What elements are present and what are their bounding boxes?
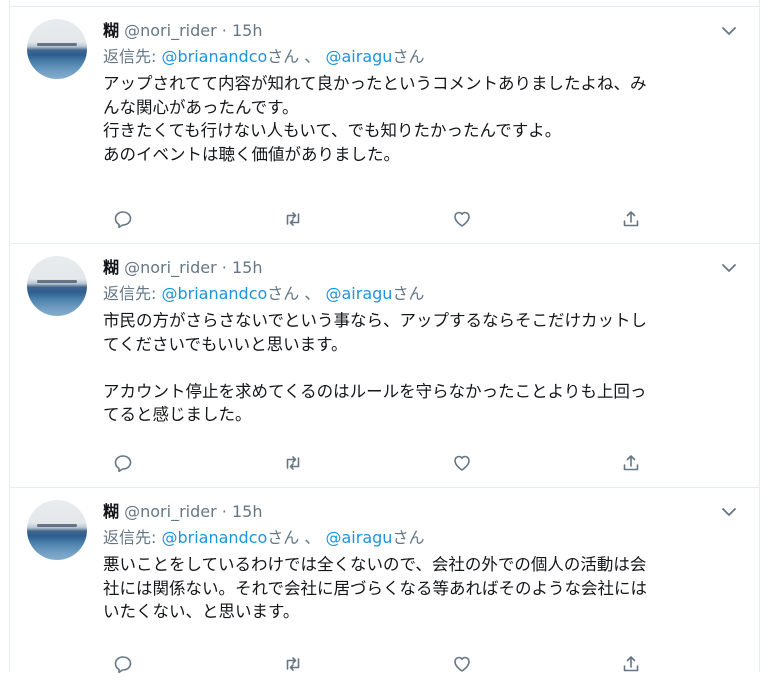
like-button[interactable] <box>450 652 474 676</box>
chevron-down-icon[interactable] <box>721 25 737 37</box>
tweet-text-line: アップされてて内容が知れて良かったというコメントありましたよね、み <box>103 74 647 93</box>
tweet-text-line <box>103 356 723 380</box>
tweet[interactable]: 糊 @nori_rider · 15h 返信先: @brianandcoさん 、… <box>10 7 759 244</box>
tweet-actions <box>103 652 643 676</box>
reply-icon <box>114 455 132 473</box>
tweet-text-line: てくださいでもいいと思います。 <box>103 334 348 354</box>
chevron-down-icon[interactable] <box>721 262 737 274</box>
tweet-text-line: いたくない、と思います。 <box>103 602 300 621</box>
mention-suffix: さん <box>267 47 300 66</box>
tweet-text-line: 行きたくても行けない人もいて、でも知りたかったんですよ。 <box>103 121 562 140</box>
reply-prefix: 返信先: <box>103 528 162 547</box>
tweet-text: 悪いことをしているわけでは全くないので、会社の外での個人の活動は会 社には関係な… <box>103 553 723 624</box>
share-icon <box>623 211 639 227</box>
separator-dot: · <box>221 21 227 40</box>
tweet-actions <box>103 207 643 231</box>
share-button[interactable] <box>619 451 643 475</box>
retweet-button[interactable] <box>281 451 305 475</box>
reply-button[interactable] <box>111 451 135 475</box>
user-handle[interactable]: @nori_rider <box>124 502 217 521</box>
tweet-text-line: 悪いことをしているわけでは全くないので、会社の外での個人の活動は会 <box>103 555 647 574</box>
tweet-text-line: アカウント停止を求めてくるのはルールを守らなかったことよりも上回っ <box>103 381 647 401</box>
display-name[interactable]: 糊 <box>103 258 119 277</box>
timestamp[interactable]: 15h <box>232 502 263 521</box>
avatar[interactable] <box>27 256 87 316</box>
separator-dot: · <box>221 502 227 521</box>
mention-suffix: さん <box>267 284 300 303</box>
user-handle[interactable]: @nori_rider <box>124 258 217 277</box>
tweet[interactable]: 糊 @nori_rider · 15h 返信先: @brianandcoさん 、… <box>10 488 759 688</box>
separator-dot: · <box>221 258 227 277</box>
share-icon <box>623 455 639 471</box>
user-handle[interactable]: @nori_rider <box>124 21 217 40</box>
reply-prefix: 返信先: <box>103 284 162 303</box>
retweet-button[interactable] <box>281 207 305 231</box>
mention-link[interactable]: @brianandco <box>161 528 267 547</box>
mention-separator: 、 <box>299 284 326 303</box>
share-icon <box>623 656 639 672</box>
timeline: 糊 @nori_rider · 15h 返信先: @brianandcoさん 、… <box>9 0 760 674</box>
retweet-icon <box>286 657 300 671</box>
tweet-text-line: んな関心があったんです。 <box>103 97 299 117</box>
tweet-text-line: 社には関係ない。それで会社に居づらくなる等あればそのような会社には <box>103 578 648 598</box>
mention-suffix: さん <box>392 528 425 547</box>
tweet-text-line: あのイベントは聴く価値がありました。 <box>103 144 400 164</box>
tweet-text: アップされてて内容が知れて良かったというコメントありましたよね、み んな関心があ… <box>103 72 723 166</box>
avatar[interactable] <box>27 500 87 560</box>
mention-link[interactable]: @airagu <box>326 528 393 547</box>
like-icon <box>454 656 470 672</box>
reply-icon <box>114 211 132 229</box>
tweet[interactable]: 糊 @nori_rider · 15h 返信先: @brianandcoさん 、… <box>10 244 759 488</box>
tweet-header: 糊 @nori_rider · 15h <box>103 502 262 522</box>
mention-suffix: さん <box>392 284 425 303</box>
retweet-icon <box>286 456 300 470</box>
mention-suffix: さん <box>267 528 300 547</box>
reply-context: 返信先: @brianandcoさん 、 @airaguさん <box>103 528 424 548</box>
like-button[interactable] <box>450 207 474 231</box>
retweet-icon <box>286 212 300 226</box>
tweet-header: 糊 @nori_rider · 15h <box>103 21 262 41</box>
display-name[interactable]: 糊 <box>103 21 119 40</box>
mention-link[interactable]: @airagu <box>326 284 393 303</box>
reply-icon <box>114 656 132 674</box>
avatar[interactable] <box>27 19 87 79</box>
timeline-top-border <box>10 0 759 7</box>
like-icon <box>454 211 470 227</box>
tweet-actions <box>103 451 643 475</box>
tweet-text-line: 市民の方がさらさないでという事なら、アップするならそこだけカットし <box>103 311 648 330</box>
reply-button[interactable] <box>111 652 135 676</box>
share-button[interactable] <box>619 207 643 231</box>
mention-suffix: さん <box>392 47 425 66</box>
mention-separator: 、 <box>299 528 326 547</box>
mention-separator: 、 <box>299 47 326 66</box>
reply-prefix: 返信先: <box>103 47 162 66</box>
tweet-text: 市民の方がさらさないでという事なら、アップするならそこだけカットし てくださいで… <box>103 309 723 427</box>
share-button[interactable] <box>619 652 643 676</box>
mention-link[interactable]: @airagu <box>326 47 393 66</box>
reply-context: 返信先: @brianandcoさん 、 @airaguさん <box>103 47 424 67</box>
retweet-button[interactable] <box>281 652 305 676</box>
timestamp[interactable]: 15h <box>232 258 263 277</box>
chevron-down-icon[interactable] <box>721 506 737 518</box>
tweet-header: 糊 @nori_rider · 15h <box>103 258 262 278</box>
like-icon <box>454 455 470 471</box>
tweet-text-line: てると感じました。 <box>103 405 252 424</box>
mention-link[interactable]: @brianandco <box>161 284 267 303</box>
mention-link[interactable]: @brianandco <box>161 47 267 66</box>
timestamp[interactable]: 15h <box>232 21 263 40</box>
reply-button[interactable] <box>111 207 135 231</box>
reply-context: 返信先: @brianandcoさん 、 @airaguさん <box>103 284 424 304</box>
display-name[interactable]: 糊 <box>103 502 119 521</box>
like-button[interactable] <box>450 451 474 475</box>
